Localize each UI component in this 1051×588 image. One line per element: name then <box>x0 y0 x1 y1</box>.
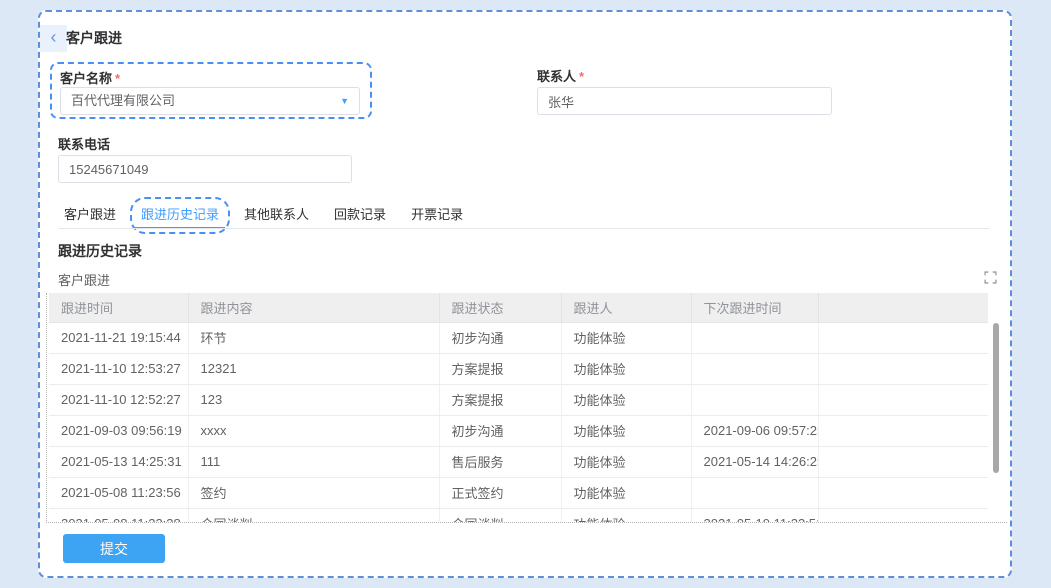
table-cell <box>818 353 988 384</box>
table-cell: 正式签约 <box>439 477 561 508</box>
table-cell <box>691 353 818 384</box>
table-cell <box>691 384 818 415</box>
table-cell: 功能体验 <box>561 415 691 446</box>
required-asterisk: * <box>115 71 120 86</box>
table-row: 2021-11-21 19:15:44环节初步沟通功能体验 <box>49 322 988 353</box>
table-body: 2021-11-21 19:15:44环节初步沟通功能体验2021-11-10 … <box>49 322 988 523</box>
table-cell: 2021-05-13 14:25:31 <box>49 446 188 477</box>
tabs: 客户跟进跟进历史记录其他联系人回款记录开票记录 <box>58 202 469 229</box>
table-cell: 售后服务 <box>439 446 561 477</box>
contact-phone-input[interactable] <box>58 155 352 183</box>
vertical-scrollbar-thumb[interactable] <box>993 323 999 473</box>
table-cell: xxxx <box>188 415 439 446</box>
tabs-divider <box>58 228 990 229</box>
table-cell: 2021-05-08 11:23:56 <box>49 477 188 508</box>
table-cell: 2021-09-03 09:56:19 <box>49 415 188 446</box>
required-asterisk: * <box>579 69 584 84</box>
table-cell: 功能体验 <box>561 477 691 508</box>
table-cell: 2021-11-10 12:53:27 <box>49 353 188 384</box>
table-cell: 方案提报 <box>439 384 561 415</box>
table-row: 2021-05-13 14:25:31111售后服务功能体验2021-05-14… <box>49 446 988 477</box>
tab-1[interactable]: 客户跟进 <box>58 202 122 229</box>
tab-2-active[interactable]: 跟进历史记录 <box>135 202 225 229</box>
table-cell: 2021-05-08 11:22:38 <box>49 508 188 523</box>
table-head: 跟进时间跟进内容跟进状态跟进人下次跟进时间 <box>49 293 988 322</box>
history-section-subtitle: 客户跟进 <box>58 270 110 289</box>
table-scroll-region: 跟进时间跟进内容跟进状态跟进人下次跟进时间 2021-11-21 19:15:4… <box>46 293 1007 523</box>
table-cell <box>818 446 988 477</box>
table-cell: 123 <box>188 384 439 415</box>
column-header-2: 跟进内容 <box>188 293 439 322</box>
table-cell: 12321 <box>188 353 439 384</box>
back-icon[interactable]: ‹ <box>40 25 67 52</box>
table-cell: 功能体验 <box>561 384 691 415</box>
table-cell <box>818 477 988 508</box>
table-cell: 合同谈判 <box>188 508 439 523</box>
table-cell <box>691 322 818 353</box>
column-header-4: 跟进人 <box>561 293 691 322</box>
table-cell: 功能体验 <box>561 322 691 353</box>
contact-phone-label: 联系电话 <box>58 134 110 153</box>
table-cell: 功能体验 <box>561 508 691 523</box>
table-cell: 2021-11-10 12:52:27 <box>49 384 188 415</box>
table-cell: 合同谈判 <box>439 508 561 523</box>
column-header-6 <box>818 293 988 322</box>
contact-person-label: 联系人* <box>537 66 584 85</box>
table-cell: 签约 <box>188 477 439 508</box>
table-cell: 2021-09-06 09:57:25 <box>691 415 818 446</box>
table-cell: 2021-11-21 19:15:44 <box>49 322 188 353</box>
table-row: 2021-05-08 11:23:56签约正式签约功能体验 <box>49 477 988 508</box>
table-cell <box>818 322 988 353</box>
contact-person-label-text: 联系人 <box>537 69 576 84</box>
table-row: 2021-11-10 12:52:27123方案提报功能体验 <box>49 384 988 415</box>
page-title: 客户跟进 <box>66 25 122 52</box>
table-row: 2021-09-03 09:56:19xxxx初步沟通功能体验2021-09-0… <box>49 415 988 446</box>
chevron-down-icon[interactable]: ▼ <box>340 88 349 114</box>
table-cell: 初步沟通 <box>439 322 561 353</box>
table-cell: 2021-05-19 11:23:51 <box>691 508 818 523</box>
table-cell <box>691 477 818 508</box>
submit-button[interactable]: 提交 <box>63 534 165 563</box>
table-cell <box>818 415 988 446</box>
contact-person-input[interactable] <box>537 87 832 115</box>
tab-4[interactable]: 回款记录 <box>328 202 392 229</box>
table-cell: 功能体验 <box>561 446 691 477</box>
table-cell: 环节 <box>188 322 439 353</box>
customer-name-value: 百代代理有限公司 <box>71 93 175 108</box>
table-cell: 功能体验 <box>561 353 691 384</box>
table-row: 2021-05-08 11:22:38合同谈判合同谈判功能体验2021-05-1… <box>49 508 988 523</box>
customer-follow-up-card: ‹ 客户跟进 客户名称* 百代代理有限公司 ▼ 联系人* 联系电话 客户跟进跟进… <box>38 10 1012 578</box>
table-cell: 初步沟通 <box>439 415 561 446</box>
table-row: 2021-11-10 12:53:2712321方案提报功能体验 <box>49 353 988 384</box>
column-header-1: 跟进时间 <box>49 293 188 322</box>
table-cell: 2021-05-14 14:26:25 <box>691 446 818 477</box>
tab-3[interactable]: 其他联系人 <box>238 202 315 229</box>
customer-name-field-group: 客户名称* 百代代理有限公司 ▼ <box>50 62 372 119</box>
table-cell: 方案提报 <box>439 353 561 384</box>
tab-5[interactable]: 开票记录 <box>405 202 469 229</box>
table-cell <box>818 508 988 523</box>
history-section-title: 跟进历史记录 <box>58 241 142 261</box>
table-cell: 111 <box>188 446 439 477</box>
table-cell <box>818 384 988 415</box>
column-header-5: 下次跟进时间 <box>691 293 818 322</box>
customer-name-label-text: 客户名称 <box>60 71 112 86</box>
customer-name-label: 客户名称* <box>60 68 120 87</box>
column-header-3: 跟进状态 <box>439 293 561 322</box>
table-header-row: 跟进时间跟进内容跟进状态跟进人下次跟进时间 <box>49 293 988 322</box>
follow-up-history-table: 跟进时间跟进内容跟进状态跟进人下次跟进时间 2021-11-21 19:15:4… <box>49 293 988 523</box>
fullscreen-icon[interactable] <box>984 271 998 285</box>
customer-name-select[interactable]: 百代代理有限公司 ▼ <box>60 87 360 115</box>
